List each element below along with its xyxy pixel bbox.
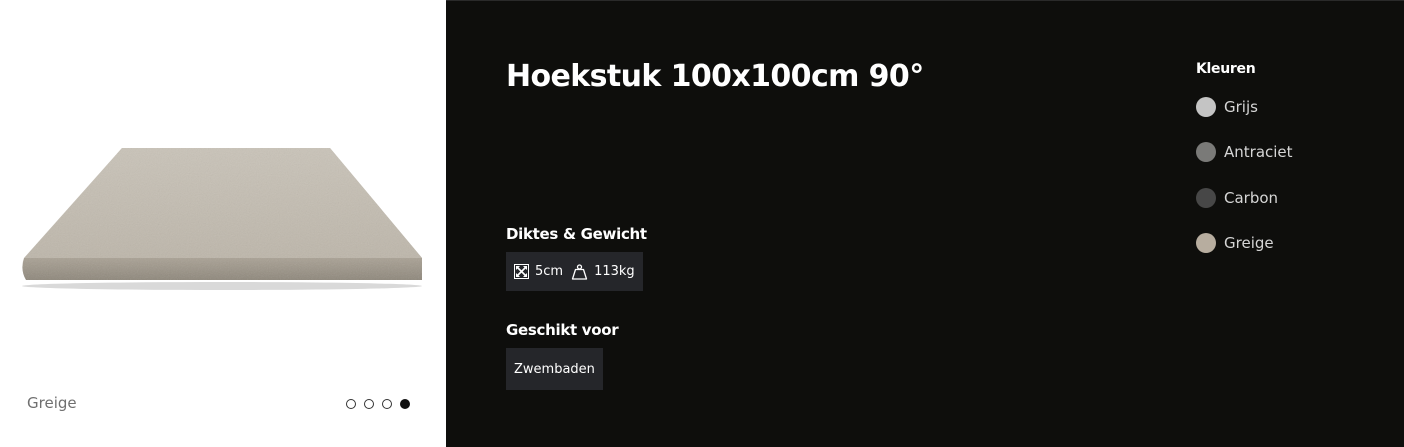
colors-heading: Kleuren bbox=[1196, 61, 1256, 77]
gallery-dot-2[interactable] bbox=[364, 399, 374, 409]
color-option-greige[interactable]: Greige bbox=[1196, 232, 1293, 255]
product-details: Hoekstuk 100x100cm 90° Diktes & Gewicht … bbox=[446, 0, 1404, 447]
gallery-dot-1[interactable] bbox=[346, 399, 356, 409]
color-option-grijs[interactable]: Grijs bbox=[1196, 95, 1293, 118]
suitable-heading: Geschikt voor bbox=[506, 321, 619, 339]
specs-heading: Diktes & Gewicht bbox=[506, 225, 647, 243]
weight-spec: 113kg bbox=[571, 263, 635, 280]
product-image bbox=[22, 148, 423, 290]
thickness-spec: 5cm bbox=[514, 264, 563, 279]
color-option-carbon[interactable]: Carbon bbox=[1196, 186, 1293, 209]
resize-arrows-icon bbox=[514, 264, 529, 279]
color-label: Greige bbox=[1224, 234, 1274, 252]
product-title: Hoekstuk 100x100cm 90° bbox=[506, 59, 924, 94]
weight-icon bbox=[571, 263, 588, 280]
color-options: Grijs Antraciet Carbon Greige bbox=[1196, 95, 1293, 277]
suitable-tag[interactable]: Zwembaden bbox=[506, 348, 603, 390]
color-swatch bbox=[1196, 187, 1216, 208]
color-label: Antraciet bbox=[1224, 143, 1293, 161]
color-swatch bbox=[1196, 96, 1216, 117]
product-gallery: Greige bbox=[0, 0, 445, 447]
gallery-pagination bbox=[346, 399, 410, 409]
color-label: Carbon bbox=[1224, 188, 1279, 207]
weight-value: 113kg bbox=[594, 264, 635, 279]
color-label: Grijs bbox=[1224, 97, 1258, 116]
color-option-antraciet[interactable]: Antraciet bbox=[1196, 141, 1293, 164]
color-swatch bbox=[1196, 233, 1216, 253]
image-caption: Greige bbox=[27, 394, 77, 412]
gallery-dot-4[interactable] bbox=[400, 399, 410, 409]
specs-box: 5cm 113kg bbox=[506, 252, 643, 291]
gallery-dot-3[interactable] bbox=[382, 399, 392, 409]
thickness-value: 5cm bbox=[535, 264, 564, 279]
color-swatch bbox=[1196, 142, 1216, 162]
